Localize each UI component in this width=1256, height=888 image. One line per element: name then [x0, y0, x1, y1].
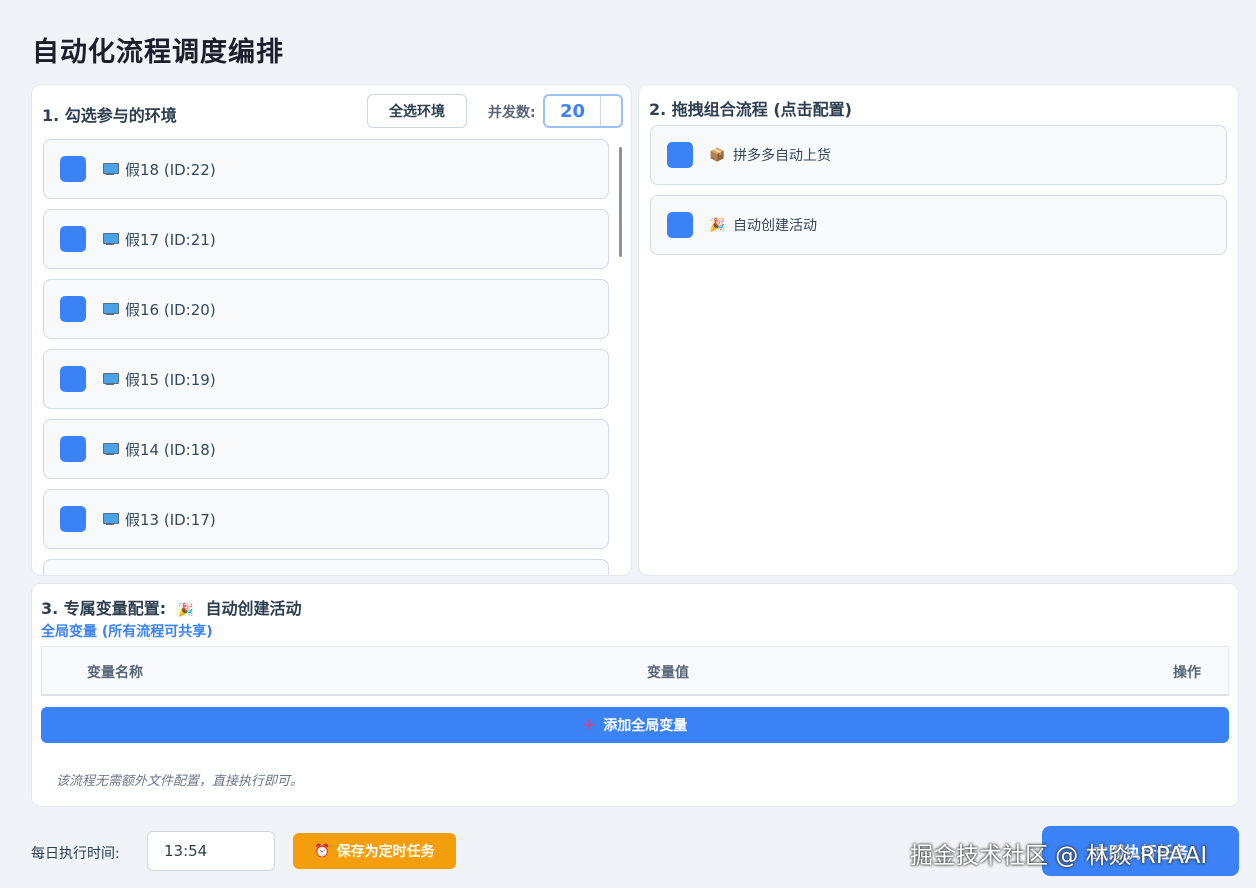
environment-checkbox[interactable]: [60, 226, 86, 252]
variable-table-header: 变量名称 变量值 操作: [41, 646, 1229, 696]
environment-panel-heading: 1. 勾选参与的环境: [42, 106, 177, 125]
flow-label: 拼多多自动上货: [733, 148, 831, 164]
concurrency-stepper[interactable]: 20: [543, 94, 623, 128]
flow-item[interactable]: 📦 拼多多自动上货: [650, 125, 1227, 185]
environment-checkbox[interactable]: [60, 366, 86, 392]
variable-panel-heading-text: 3. 专属变量配置:: [41, 599, 167, 618]
environment-label: 假14 (ID:18): [125, 440, 216, 459]
environment-checkbox[interactable]: [60, 296, 86, 322]
computer-icon: [102, 512, 119, 526]
environment-checkbox[interactable]: [60, 156, 86, 182]
column-header-name: 变量名称: [87, 665, 143, 681]
flow-checkbox[interactable]: [667, 212, 693, 238]
variable-panel-heading: 3. 专属变量配置: 🎉 自动创建活动: [41, 595, 302, 619]
environment-item[interactable]: 假13 (ID:17): [43, 489, 609, 549]
environment-panel: 1. 勾选参与的环境 全选环境 并发数: 20 假18 (ID:22) 假17 …: [31, 84, 632, 576]
environment-label: 假16 (ID:20): [125, 300, 216, 319]
computer-icon: [102, 162, 119, 176]
concurrency-value[interactable]: 20: [545, 96, 601, 126]
concurrency-spinner[interactable]: [601, 96, 621, 126]
concurrency-label: 并发数:: [488, 105, 536, 121]
alarm-clock-icon: ⏰: [314, 843, 331, 859]
environment-item[interactable]: 假16 (ID:20): [43, 279, 609, 339]
computer-icon: [102, 302, 119, 316]
select-all-environments-button[interactable]: 全选环境: [367, 94, 467, 128]
environment-list-scrollbar[interactable]: [619, 147, 622, 257]
flow-list: 📦 拼多多自动上货 🎉 自动创建活动: [650, 125, 1227, 265]
flow-item[interactable]: 🎉 自动创建活动: [650, 195, 1227, 255]
package-icon: 📦: [709, 147, 726, 163]
environment-checkbox[interactable]: [60, 436, 86, 462]
environment-checkbox[interactable]: [60, 506, 86, 532]
column-header-value: 变量值: [647, 665, 689, 681]
schedule-time-label: 每日执行时间:: [31, 846, 120, 862]
environment-label: 假15 (ID:19): [125, 370, 216, 389]
page-title: 自动化流程调度编排: [32, 37, 284, 68]
save-schedule-button[interactable]: ⏰ 保存为定时任务: [293, 833, 456, 869]
environment-item[interactable]: 假18 (ID:22): [43, 139, 609, 199]
add-global-variable-label: 添加全局变量: [603, 718, 688, 734]
environment-label: 假18 (ID:22): [125, 160, 216, 179]
add-global-variable-button[interactable]: ✛ 添加全局变量: [41, 707, 1229, 743]
flow-panel: 2. 拖拽组合流程 (点击配置) 📦 拼多多自动上货 🎉 自动创建活动: [638, 84, 1239, 576]
column-header-action: 操作: [1173, 665, 1201, 681]
environment-label: 假17 (ID:21): [125, 230, 216, 249]
plus-icon: ✛: [582, 716, 596, 734]
environment-item[interactable]: 假17 (ID:21): [43, 209, 609, 269]
environment-item[interactable]: 假14 (ID:18): [43, 419, 609, 479]
environment-label: 假13 (ID:17): [125, 510, 216, 529]
flow-label: 自动创建活动: [733, 218, 817, 234]
environment-item[interactable]: 假15 (ID:19): [43, 349, 609, 409]
global-variables-label: 全局变量 (所有流程可共享): [41, 624, 213, 640]
flow-checkbox[interactable]: [667, 142, 693, 168]
config-note: 该流程无需额外文件配置，直接执行即可。: [56, 774, 304, 789]
party-popper-icon: 🎉: [709, 217, 726, 233]
computer-icon: [102, 372, 119, 386]
variable-panel-flow-name: 自动创建活动: [205, 599, 302, 618]
environment-list: 假18 (ID:22) 假17 (ID:21) 假16 (ID:20) 假15 …: [43, 139, 609, 575]
computer-icon: [102, 442, 119, 456]
variable-panel: 3. 专属变量配置: 🎉 自动创建活动 全局变量 (所有流程可共享) 变量名称 …: [31, 583, 1239, 807]
party-popper-icon: 🎉: [177, 603, 194, 618]
environment-item-partial[interactable]: [43, 559, 609, 575]
watermark: 掘金技术社区 @ 林焱-RPAAI: [910, 843, 1208, 869]
schedule-time-input[interactable]: [147, 831, 275, 871]
save-schedule-label: 保存为定时任务: [336, 844, 435, 860]
computer-icon: [102, 232, 119, 246]
flow-panel-heading: 2. 拖拽组合流程 (点击配置): [649, 100, 852, 119]
